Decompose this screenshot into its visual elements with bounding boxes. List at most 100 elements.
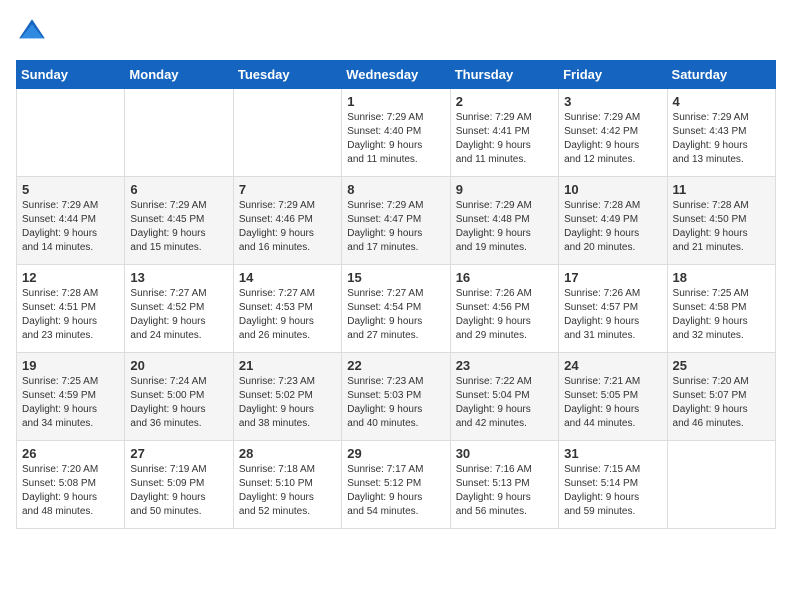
calendar-cell: 15 Sunrise: 7:27 AM Sunset: 4:54 PM Dayli… — [342, 265, 450, 353]
calendar-cell: 25Sunrise: 7:20 AM Sunset: 5:07 PM Dayli… — [667, 353, 775, 441]
calendar-week-5: 26 Sunrise: 7:20 AM Sunset: 5:08 PM Dayli… — [17, 441, 776, 529]
day-number: 20 — [130, 358, 227, 373]
day-number: 24 — [564, 358, 661, 373]
day-info: Sunrise: 7:19 AM Sunset: 5:09 PM Dayligh… — [130, 463, 227, 519]
day-info: Sunrise: 7:17 AM Sunset: 5:12 PM Dayligh… — [347, 463, 444, 519]
day-number: 17 — [564, 270, 661, 285]
day-number: 8 — [347, 182, 444, 197]
day-info: Sunrise: 7:23 AM Sunset: 5:03 PM Dayligh… — [347, 375, 444, 431]
weekday-header-wednesday: Wednesday — [342, 61, 450, 89]
calendar-cell: 24Sunrise: 7:21 AM Sunset: 5:05 PM Dayli… — [559, 353, 667, 441]
day-number: 18 — [673, 270, 770, 285]
calendar-cell: 4 Sunrise: 7:29 AM Sunset: 4:43 PM Daylig… — [667, 89, 775, 177]
logo-icon — [16, 16, 48, 48]
calendar-cell: 7Sunrise: 7:29 AM Sunset: 4:46 PM Daylig… — [233, 177, 341, 265]
calendar-cell: 18Sunrise: 7:25 AM Sunset: 4:58 PM Dayli… — [667, 265, 775, 353]
weekday-header-friday: Friday — [559, 61, 667, 89]
calendar-cell: 19 Sunrise: 7:25 AM Sunset: 4:59 PM Dayli… — [17, 353, 125, 441]
calendar-cell — [667, 441, 775, 529]
calendar-cell — [233, 89, 341, 177]
weekday-header-thursday: Thursday — [450, 61, 558, 89]
day-number: 15 — [347, 270, 444, 285]
day-info: Sunrise: 7:29 AM Sunset: 4:43 PM Dayligh… — [673, 111, 770, 167]
calendar-week-2: 5Sunrise: 7:29 AM Sunset: 4:44 PM Daylig… — [17, 177, 776, 265]
day-info: Sunrise: 7:20 AM Sunset: 5:07 PM Dayligh… — [673, 375, 770, 431]
calendar-cell: 26 Sunrise: 7:20 AM Sunset: 5:08 PM Dayli… — [17, 441, 125, 529]
calendar-cell: 30 Sunrise: 7:16 AM Sunset: 5:13 PM Dayli… — [450, 441, 558, 529]
calendar-body: 1 Sunrise: 7:29 AM Sunset: 4:40 PM Daylig… — [17, 89, 776, 529]
day-info: Sunrise: 7:24 AM Sunset: 5:00 PM Dayligh… — [130, 375, 227, 431]
logo — [16, 16, 52, 48]
day-number: 2 — [456, 94, 553, 109]
weekday-header-monday: Monday — [125, 61, 233, 89]
calendar-table: SundayMondayTuesdayWednesdayThursdayFrid… — [16, 60, 776, 529]
calendar-cell: 2 Sunrise: 7:29 AM Sunset: 4:41 PM Daylig… — [450, 89, 558, 177]
day-number: 30 — [456, 446, 553, 461]
day-number: 16 — [456, 270, 553, 285]
day-info: Sunrise: 7:27 AM Sunset: 4:54 PM Dayligh… — [347, 287, 444, 343]
day-number: 14 — [239, 270, 336, 285]
day-number: 31 — [564, 446, 661, 461]
day-info: Sunrise: 7:29 AM Sunset: 4:47 PM Dayligh… — [347, 199, 444, 255]
calendar-cell: 17Sunrise: 7:26 AM Sunset: 4:57 PM Dayli… — [559, 265, 667, 353]
calendar-cell: 16 Sunrise: 7:26 AM Sunset: 4:56 PM Dayli… — [450, 265, 558, 353]
calendar-week-3: 12 Sunrise: 7:28 AM Sunset: 4:51 PM Dayli… — [17, 265, 776, 353]
calendar-cell: 8 Sunrise: 7:29 AM Sunset: 4:47 PM Daylig… — [342, 177, 450, 265]
day-number: 4 — [673, 94, 770, 109]
weekday-row: SundayMondayTuesdayWednesdayThursdayFrid… — [17, 61, 776, 89]
day-number: 29 — [347, 446, 444, 461]
day-info: Sunrise: 7:27 AM Sunset: 4:52 PM Dayligh… — [130, 287, 227, 343]
calendar-cell: 11Sunrise: 7:28 AM Sunset: 4:50 PM Dayli… — [667, 177, 775, 265]
calendar-cell: 28 Sunrise: 7:18 AM Sunset: 5:10 PM Dayli… — [233, 441, 341, 529]
calendar-week-1: 1 Sunrise: 7:29 AM Sunset: 4:40 PM Daylig… — [17, 89, 776, 177]
calendar-cell: 22Sunrise: 7:23 AM Sunset: 5:03 PM Dayli… — [342, 353, 450, 441]
day-info: Sunrise: 7:29 AM Sunset: 4:41 PM Dayligh… — [456, 111, 553, 167]
day-info: Sunrise: 7:20 AM Sunset: 5:08 PM Dayligh… — [22, 463, 119, 519]
calendar-cell: 23 Sunrise: 7:22 AM Sunset: 5:04 PM Dayli… — [450, 353, 558, 441]
day-info: Sunrise: 7:29 AM Sunset: 4:48 PM Dayligh… — [456, 199, 553, 255]
calendar-cell: 20 Sunrise: 7:24 AM Sunset: 5:00 PM Dayli… — [125, 353, 233, 441]
day-number: 23 — [456, 358, 553, 373]
day-number: 21 — [239, 358, 336, 373]
day-info: Sunrise: 7:16 AM Sunset: 5:13 PM Dayligh… — [456, 463, 553, 519]
page-header — [16, 16, 776, 48]
day-info: Sunrise: 7:27 AM Sunset: 4:53 PM Dayligh… — [239, 287, 336, 343]
calendar-cell: 9 Sunrise: 7:29 AM Sunset: 4:48 PM Daylig… — [450, 177, 558, 265]
calendar-header: SundayMondayTuesdayWednesdayThursdayFrid… — [17, 61, 776, 89]
calendar-cell: 1 Sunrise: 7:29 AM Sunset: 4:40 PM Daylig… — [342, 89, 450, 177]
calendar-cell: 21Sunrise: 7:23 AM Sunset: 5:02 PM Dayli… — [233, 353, 341, 441]
day-number: 19 — [22, 358, 119, 373]
day-number: 12 — [22, 270, 119, 285]
calendar-cell: 12 Sunrise: 7:28 AM Sunset: 4:51 PM Dayli… — [17, 265, 125, 353]
day-info: Sunrise: 7:29 AM Sunset: 4:45 PM Dayligh… — [130, 199, 227, 255]
calendar-week-4: 19 Sunrise: 7:25 AM Sunset: 4:59 PM Dayli… — [17, 353, 776, 441]
day-info: Sunrise: 7:26 AM Sunset: 4:56 PM Dayligh… — [456, 287, 553, 343]
day-info: Sunrise: 7:29 AM Sunset: 4:40 PM Dayligh… — [347, 111, 444, 167]
day-info: Sunrise: 7:29 AM Sunset: 4:44 PM Dayligh… — [22, 199, 119, 255]
day-number: 7 — [239, 182, 336, 197]
day-info: Sunrise: 7:28 AM Sunset: 4:51 PM Dayligh… — [22, 287, 119, 343]
calendar-cell: 29 Sunrise: 7:17 AM Sunset: 5:12 PM Dayli… — [342, 441, 450, 529]
day-info: Sunrise: 7:22 AM Sunset: 5:04 PM Dayligh… — [456, 375, 553, 431]
calendar-cell: 27 Sunrise: 7:19 AM Sunset: 5:09 PM Dayli… — [125, 441, 233, 529]
day-info: Sunrise: 7:28 AM Sunset: 4:49 PM Dayligh… — [564, 199, 661, 255]
day-number: 28 — [239, 446, 336, 461]
day-number: 9 — [456, 182, 553, 197]
day-number: 26 — [22, 446, 119, 461]
day-info: Sunrise: 7:25 AM Sunset: 4:59 PM Dayligh… — [22, 375, 119, 431]
calendar-cell: 14 Sunrise: 7:27 AM Sunset: 4:53 PM Dayli… — [233, 265, 341, 353]
day-number: 6 — [130, 182, 227, 197]
day-number: 13 — [130, 270, 227, 285]
calendar-cell: 3Sunrise: 7:29 AM Sunset: 4:42 PM Daylig… — [559, 89, 667, 177]
weekday-header-tuesday: Tuesday — [233, 61, 341, 89]
day-number: 1 — [347, 94, 444, 109]
weekday-header-sunday: Sunday — [17, 61, 125, 89]
calendar-cell: 10 Sunrise: 7:28 AM Sunset: 4:49 PM Dayli… — [559, 177, 667, 265]
calendar-cell: 31Sunrise: 7:15 AM Sunset: 5:14 PM Dayli… — [559, 441, 667, 529]
calendar-cell: 6 Sunrise: 7:29 AM Sunset: 4:45 PM Daylig… — [125, 177, 233, 265]
calendar-cell: 5Sunrise: 7:29 AM Sunset: 4:44 PM Daylig… — [17, 177, 125, 265]
day-info: Sunrise: 7:18 AM Sunset: 5:10 PM Dayligh… — [239, 463, 336, 519]
day-number: 11 — [673, 182, 770, 197]
day-number: 10 — [564, 182, 661, 197]
day-number: 27 — [130, 446, 227, 461]
